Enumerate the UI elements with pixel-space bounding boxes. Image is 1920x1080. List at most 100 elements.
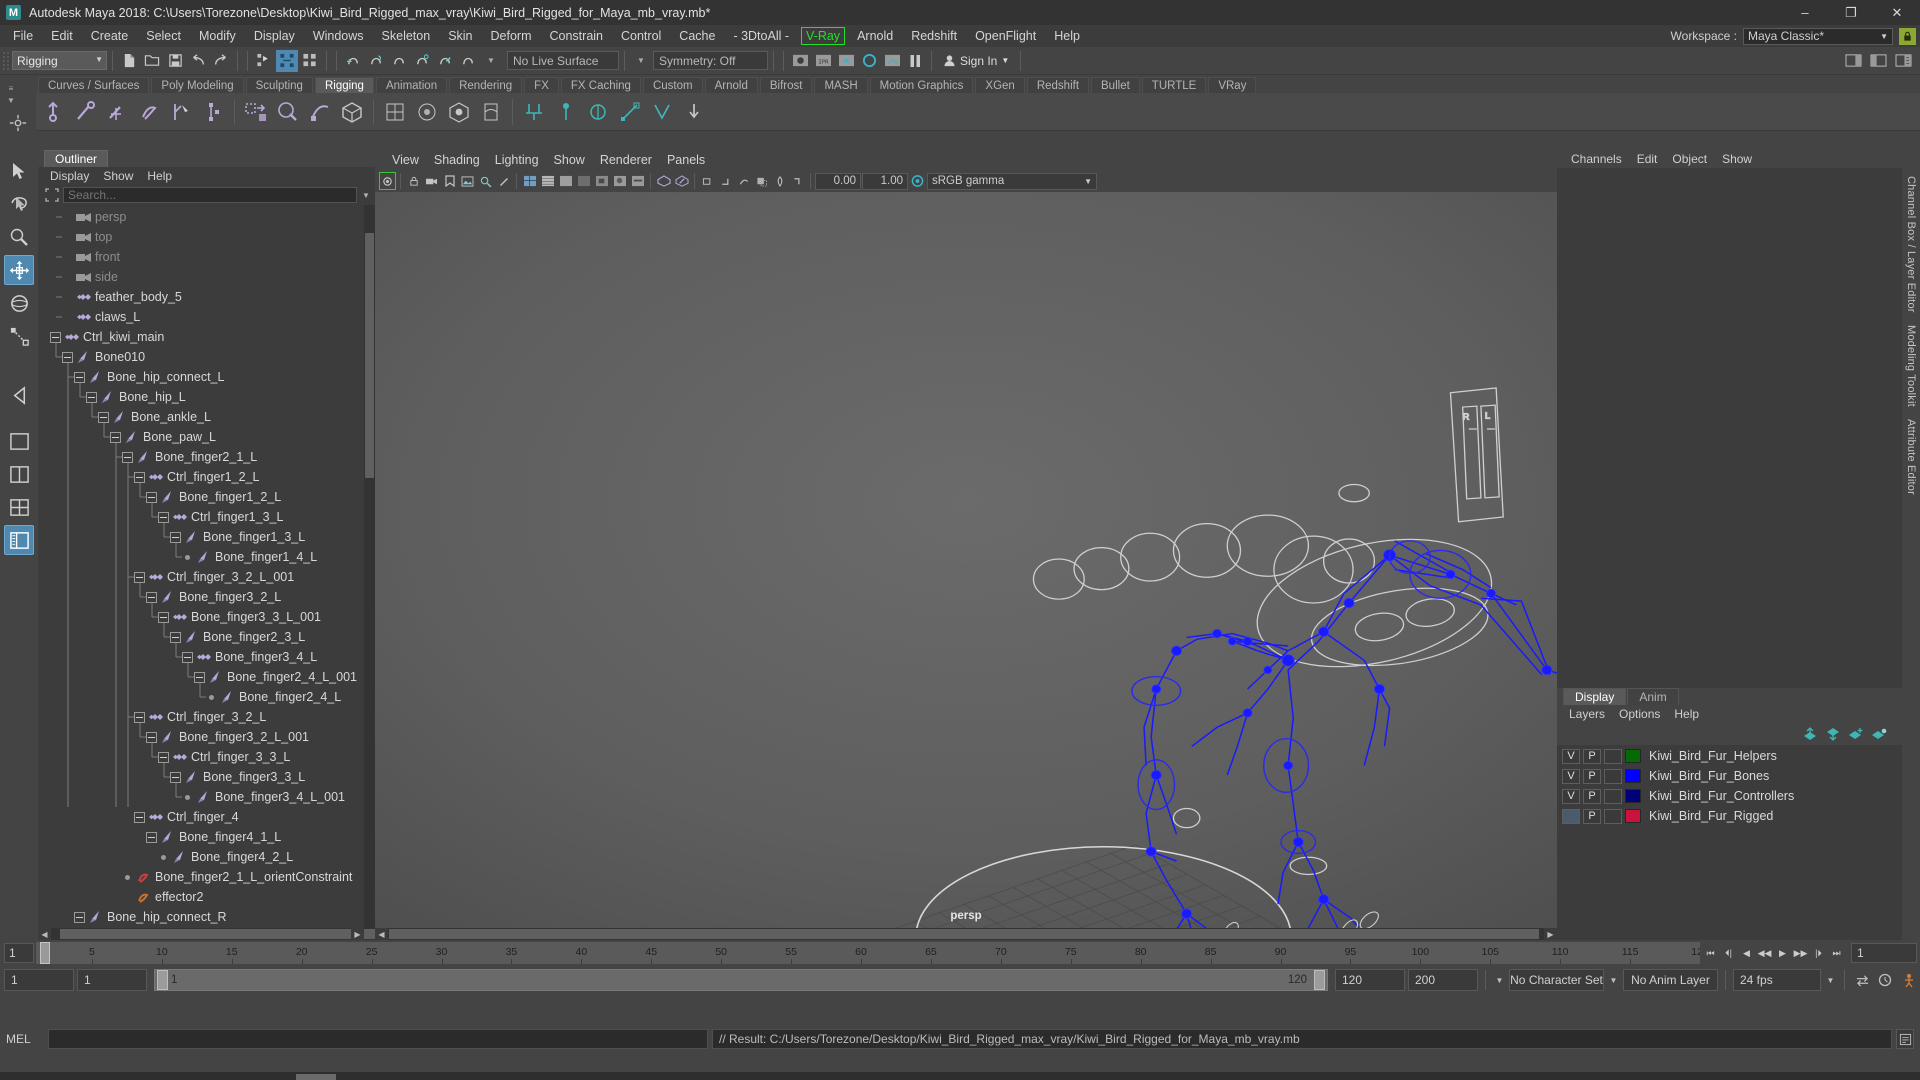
channelbox-menu-channels[interactable]: Channels bbox=[1565, 151, 1628, 167]
paint-skin-weights-icon[interactable] bbox=[273, 96, 303, 128]
select-by-hierarchy-icon[interactable] bbox=[253, 50, 275, 72]
expander-collapse-icon[interactable] bbox=[62, 351, 73, 363]
outliner-item[interactable]: persp bbox=[38, 207, 375, 227]
live-surface-field[interactable]: No Live Surface bbox=[507, 51, 619, 70]
selection-frame-icon[interactable] bbox=[44, 187, 60, 203]
vertical-tab-modeling-toolkit[interactable]: Modeling Toolkit bbox=[1904, 319, 1918, 413]
range-start-field[interactable]: 1 bbox=[77, 969, 147, 991]
playback-frame-field[interactable]: 1 bbox=[1851, 943, 1917, 963]
playback-speed-field[interactable]: 24 fps bbox=[1733, 969, 1821, 991]
expander-collapse-icon[interactable] bbox=[110, 431, 121, 443]
ik-handle-tool-icon[interactable] bbox=[166, 96, 196, 128]
new-layer-from-selected-icon[interactable] bbox=[1870, 726, 1888, 742]
show-hide-attribute-editor-icon[interactable] bbox=[1842, 50, 1864, 72]
viewport-menu-panels[interactable]: Panels bbox=[660, 152, 712, 168]
layer-color-swatch[interactable] bbox=[1625, 809, 1641, 823]
menu-item-3dtoall[interactable]: - 3DtoAll - bbox=[724, 27, 798, 45]
layer-playback-toggle[interactable]: P bbox=[1583, 788, 1601, 804]
shelf-tab-fx-caching[interactable]: FX Caching bbox=[560, 77, 641, 93]
view-transform-icon[interactable] bbox=[753, 172, 770, 190]
outliner-item[interactable]: Ctrl_finger1_3_L bbox=[38, 507, 375, 527]
parent-constraint-icon[interactable] bbox=[519, 96, 549, 128]
move-tool-icon[interactable] bbox=[4, 255, 34, 285]
menu-item-skin[interactable]: Skin bbox=[439, 27, 481, 45]
range-start-handle[interactable] bbox=[157, 970, 168, 990]
menu-item-modify[interactable]: Modify bbox=[190, 27, 245, 45]
expander-collapse-icon[interactable] bbox=[170, 631, 181, 643]
last-tool-icon[interactable] bbox=[4, 380, 34, 410]
expander-collapse-icon[interactable] bbox=[158, 511, 169, 523]
expander-collapse-icon[interactable] bbox=[134, 711, 145, 723]
channelbox-menu-show[interactable]: Show bbox=[1716, 151, 1758, 167]
go-to-end-icon[interactable]: ⏭ bbox=[1828, 944, 1845, 962]
viewport-menu-view[interactable]: View bbox=[385, 152, 426, 168]
outliner-item[interactable]: Bone_hip_connect_R bbox=[38, 907, 375, 927]
symmetry-field[interactable]: Symmetry: Off bbox=[653, 51, 768, 70]
outliner-item[interactable]: Ctrl_finger1_2_L bbox=[38, 467, 375, 487]
shelf-tab-turtle[interactable]: TURTLE bbox=[1141, 77, 1207, 93]
outliner-item[interactable]: Bone_finger1_2_L bbox=[38, 487, 375, 507]
chevron-down-icon[interactable]: ▼ bbox=[360, 191, 372, 200]
xray-mode-icon[interactable] bbox=[655, 172, 672, 190]
render-view-icon[interactable] bbox=[881, 50, 903, 72]
rotate-tool-icon[interactable] bbox=[4, 288, 34, 318]
command-language-label[interactable]: MEL bbox=[6, 1032, 44, 1046]
outliner-item[interactable]: claws_L bbox=[38, 307, 375, 327]
menu-item-display[interactable]: Display bbox=[245, 27, 304, 45]
pole-vector-constraint-icon[interactable] bbox=[679, 96, 709, 128]
maximize-button[interactable]: ❐ bbox=[1828, 0, 1874, 25]
scale-tool-icon[interactable] bbox=[4, 321, 34, 351]
wireframe-shading-icon[interactable] bbox=[521, 172, 538, 190]
expander-collapse-icon[interactable] bbox=[74, 371, 85, 383]
layer-tab-anim[interactable]: Anim bbox=[1627, 688, 1679, 705]
chevron-down-icon[interactable]: ▼ bbox=[1607, 969, 1620, 991]
go-to-start-icon[interactable]: ⏮ bbox=[1702, 944, 1719, 962]
mirror-joint-icon[interactable] bbox=[102, 96, 132, 128]
outliner-menu-help[interactable]: Help bbox=[141, 168, 178, 184]
taskbar-item[interactable] bbox=[296, 1074, 336, 1080]
menu-item-control[interactable]: Control bbox=[612, 27, 670, 45]
make-live-icon[interactable] bbox=[457, 50, 479, 72]
layer-list[interactable]: V P Kiwi_Bird_Fur_Helpers V P Kiwi_Bird_Fur_B… bbox=[1557, 745, 1902, 940]
channelbox-menu-edit[interactable]: Edit bbox=[1631, 151, 1664, 167]
snap-to-curve-icon[interactable] bbox=[365, 50, 387, 72]
use-all-lights-icon[interactable] bbox=[575, 172, 592, 190]
wrap-deformer-icon[interactable] bbox=[444, 96, 474, 128]
range-slider[interactable]: 1 120 bbox=[154, 969, 1328, 991]
layer-tab-display[interactable]: Display bbox=[1563, 688, 1627, 705]
cluster-deformer-icon[interactable] bbox=[412, 96, 442, 128]
bind-skin-icon[interactable] bbox=[241, 96, 271, 128]
command-input[interactable] bbox=[48, 1029, 708, 1049]
layer-playback-toggle[interactable]: P bbox=[1583, 748, 1601, 764]
shelf-tab-fx[interactable]: FX bbox=[524, 77, 559, 93]
viewport-menu-shading[interactable]: Shading bbox=[427, 152, 487, 168]
menu-item-deform[interactable]: Deform bbox=[482, 27, 541, 45]
outliner-item[interactable]: Bone_finger1_3_L bbox=[38, 527, 375, 547]
shelf-tab-menu-icon[interactable]: ≡ bbox=[0, 82, 22, 94]
outliner-item[interactable]: Bone_finger3_2_L bbox=[38, 587, 375, 607]
close-button[interactable]: ✕ bbox=[1874, 0, 1920, 25]
outliner-item[interactable]: Bone_finger3_3_L_001 bbox=[38, 607, 375, 627]
hypershade-icon[interactable] bbox=[858, 50, 880, 72]
outliner-item[interactable]: Bone_finger1_4_L bbox=[38, 547, 375, 567]
play-forwards-icon[interactable]: ▶ bbox=[1774, 944, 1791, 962]
menu-item-help[interactable]: Help bbox=[1045, 27, 1089, 45]
redo-icon[interactable] bbox=[210, 50, 232, 72]
anim-end-field[interactable]: 200 bbox=[1408, 969, 1478, 991]
layer-visibility-toggle[interactable] bbox=[1562, 808, 1580, 824]
scroll-right-icon[interactable]: ▶ bbox=[1544, 928, 1557, 940]
lasso-tool-icon[interactable] bbox=[4, 189, 34, 219]
menu-item-cache[interactable]: Cache bbox=[670, 27, 724, 45]
anim-start-field[interactable]: 1 bbox=[4, 969, 74, 991]
shelf-tab-vray[interactable]: VRay bbox=[1208, 77, 1257, 93]
menu-item-file[interactable]: File bbox=[4, 27, 42, 45]
xray-joints-icon[interactable] bbox=[673, 172, 690, 190]
viewport-3d[interactable]: R L persp bbox=[375, 192, 1557, 928]
scrollbar-thumb[interactable] bbox=[389, 929, 1539, 939]
outliner-item[interactable]: Bone_finger4_2_L bbox=[38, 847, 375, 867]
layer-menu-options[interactable]: Options bbox=[1613, 706, 1666, 722]
screen-space-ao-icon[interactable] bbox=[611, 172, 628, 190]
shelf-tab-poly-modeling[interactable]: Poly Modeling bbox=[151, 77, 244, 93]
expander-collapse-icon[interactable] bbox=[158, 611, 169, 623]
exposure-up-icon[interactable] bbox=[717, 172, 734, 190]
